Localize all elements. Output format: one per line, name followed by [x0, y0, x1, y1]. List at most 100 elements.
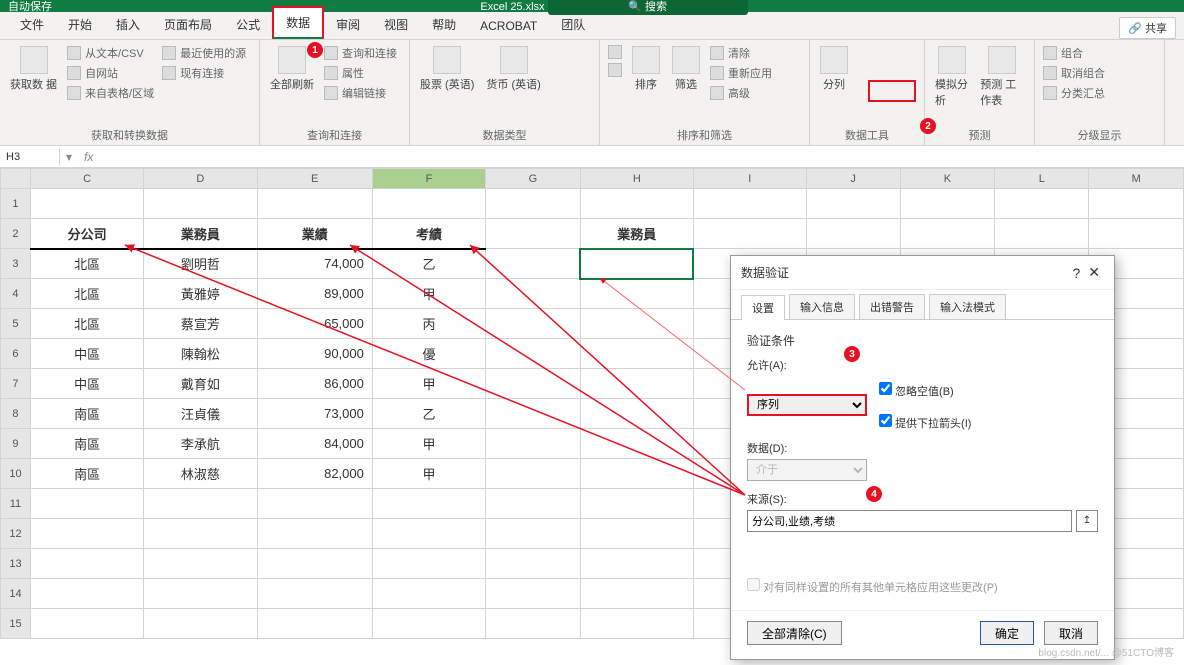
cell-C10[interactable]: 南區 — [30, 459, 143, 489]
tab-acrobat[interactable]: ACROBAT — [468, 13, 549, 39]
cell-G14[interactable] — [486, 579, 580, 609]
advanced[interactable]: 高级 — [708, 84, 774, 102]
cell-C13[interactable] — [30, 549, 143, 579]
cell-D1[interactable] — [144, 189, 257, 219]
remove-dup-icon[interactable] — [876, 44, 892, 60]
currency-button[interactable]: 货币 (英语) — [482, 44, 544, 94]
cell-D9[interactable]: 李承航 — [144, 429, 257, 459]
name-box[interactable]: H3 — [0, 149, 60, 165]
cell-G13[interactable] — [486, 549, 580, 579]
cell-E1[interactable] — [257, 189, 372, 219]
cell-D5[interactable]: 蔡宣芳 — [144, 309, 257, 339]
allow-select[interactable]: 序列 — [747, 394, 867, 416]
forecast-sheet[interactable]: 预测 工作表 — [976, 44, 1028, 110]
dropdown-icon[interactable]: ▾ — [66, 150, 72, 164]
cell-E7[interactable]: 86,000 — [257, 369, 372, 399]
cell-G3[interactable] — [486, 249, 580, 279]
cell-H2[interactable]: 業務員 — [580, 219, 693, 249]
flash-fill-icon[interactable] — [856, 44, 872, 60]
row-header-8[interactable]: 8 — [1, 399, 31, 429]
cell-H8[interactable] — [580, 399, 693, 429]
cell-E6[interactable]: 90,000 — [257, 339, 372, 369]
cell-D4[interactable]: 黃雅婷 — [144, 279, 257, 309]
cell-C1[interactable] — [30, 189, 143, 219]
cell-E9[interactable]: 84,000 — [257, 429, 372, 459]
cell-C3[interactable]: 北區 — [30, 249, 143, 279]
cell-E4[interactable]: 89,000 — [257, 279, 372, 309]
cell-E5[interactable]: 65,000 — [257, 309, 372, 339]
cell-M2[interactable] — [1089, 219, 1184, 249]
edit-links[interactable]: 编辑链接 — [322, 84, 399, 102]
cell-J1[interactable] — [806, 189, 900, 219]
col-header-E[interactable]: E — [257, 169, 372, 189]
cell-K1[interactable] — [900, 189, 994, 219]
cell-F1[interactable] — [372, 189, 485, 219]
ignore-blank-check[interactable]: 忽略空值(B) — [879, 382, 971, 399]
row-header-13[interactable]: 13 — [1, 549, 31, 579]
cell-C11[interactable] — [30, 489, 143, 519]
cell-D15[interactable] — [144, 609, 257, 639]
cell-E15[interactable] — [257, 609, 372, 639]
from-web[interactable]: 自网站 — [65, 64, 156, 82]
tab-formula[interactable]: 公式 — [224, 10, 272, 39]
col-header-H[interactable]: H — [580, 169, 693, 189]
cell-F2[interactable]: 考績 — [372, 219, 485, 249]
subtotal-button[interactable]: 分类汇总 — [1041, 84, 1107, 102]
cell-H14[interactable] — [580, 579, 693, 609]
cell-G15[interactable] — [486, 609, 580, 639]
cell-K2[interactable] — [900, 219, 994, 249]
cell-G5[interactable] — [486, 309, 580, 339]
stocks-button[interactable]: 股票 (英语) — [416, 44, 478, 94]
dlg-tab-settings[interactable]: 设置 — [741, 295, 785, 320]
cell-E13[interactable] — [257, 549, 372, 579]
cancel-button[interactable]: 取消 — [1044, 621, 1098, 645]
cell-H1[interactable] — [580, 189, 693, 219]
cell-C7[interactable]: 中區 — [30, 369, 143, 399]
row-header-4[interactable]: 4 — [1, 279, 31, 309]
tab-data[interactable]: 数据 — [272, 6, 324, 39]
row-header-2[interactable]: 2 — [1, 219, 31, 249]
cell-I1[interactable] — [693, 189, 806, 219]
tab-view[interactable]: 视图 — [372, 10, 420, 39]
col-header-corner[interactable] — [1, 169, 31, 189]
cell-F12[interactable] — [372, 519, 485, 549]
tab-home[interactable]: 开始 — [56, 10, 104, 39]
tab-insert[interactable]: 插入 — [104, 10, 152, 39]
cell-E8[interactable]: 73,000 — [257, 399, 372, 429]
cell-F3[interactable]: 乙 — [372, 249, 485, 279]
cell-L1[interactable] — [995, 189, 1089, 219]
dropdown-check[interactable]: 提供下拉箭头(I) — [879, 414, 971, 431]
tab-layout[interactable]: 页面布局 — [152, 10, 224, 39]
cell-D11[interactable] — [144, 489, 257, 519]
cell-I2[interactable] — [693, 219, 806, 249]
row-header-12[interactable]: 12 — [1, 519, 31, 549]
sort-desc[interactable] — [606, 62, 624, 78]
fx-icon[interactable]: fx — [78, 150, 99, 164]
cell-F10[interactable]: 甲 — [372, 459, 485, 489]
sort-button[interactable]: 排序 — [628, 44, 664, 94]
cell-C12[interactable] — [30, 519, 143, 549]
cell-F11[interactable] — [372, 489, 485, 519]
row-header-6[interactable]: 6 — [1, 339, 31, 369]
cell-E2[interactable]: 業績 — [257, 219, 372, 249]
cell-C8[interactable]: 南區 — [30, 399, 143, 429]
cell-F8[interactable]: 乙 — [372, 399, 485, 429]
cell-C14[interactable] — [30, 579, 143, 609]
cell-H12[interactable] — [580, 519, 693, 549]
cell-F5[interactable]: 丙 — [372, 309, 485, 339]
cell-H3[interactable] — [580, 249, 693, 279]
cell-H11[interactable] — [580, 489, 693, 519]
dlg-tab-error[interactable]: 出错警告 — [859, 294, 925, 319]
cell-F13[interactable] — [372, 549, 485, 579]
row-header-1[interactable]: 1 — [1, 189, 31, 219]
col-header-C[interactable]: C — [30, 169, 143, 189]
col-header-K[interactable]: K — [900, 169, 994, 189]
cell-H5[interactable] — [580, 309, 693, 339]
queries-conn[interactable]: 查询和连接 — [322, 44, 399, 62]
cell-H10[interactable] — [580, 459, 693, 489]
cell-D7[interactable]: 戴育如 — [144, 369, 257, 399]
cell-L2[interactable] — [995, 219, 1089, 249]
dlg-tab-input[interactable]: 输入信息 — [789, 294, 855, 319]
row-header-15[interactable]: 15 — [1, 609, 31, 639]
cell-G11[interactable] — [486, 489, 580, 519]
